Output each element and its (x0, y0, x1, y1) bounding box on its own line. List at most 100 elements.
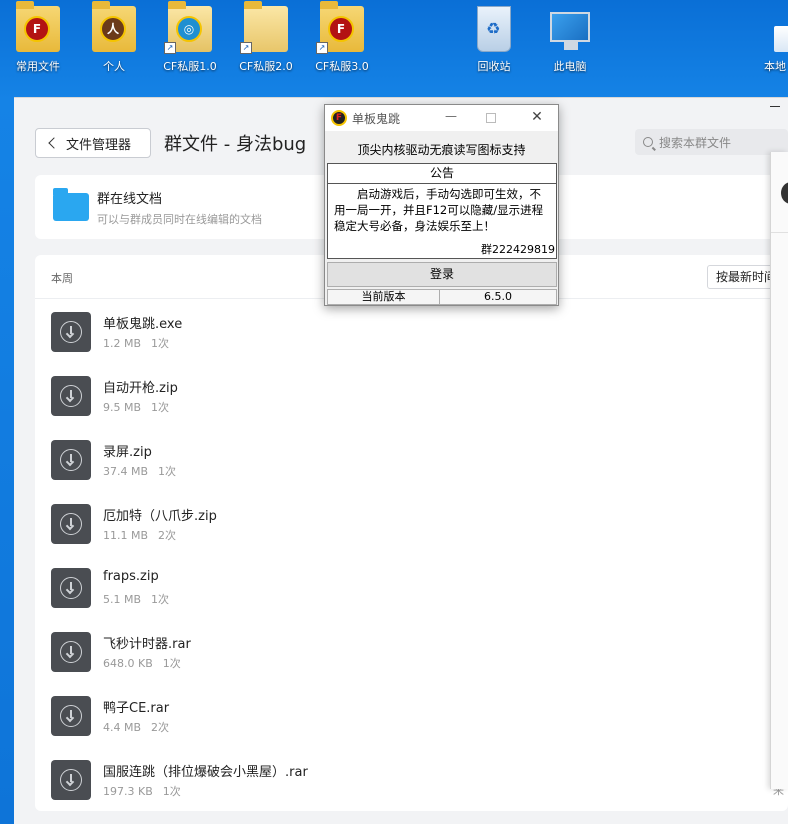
desktop-icon-recycle-bin[interactable]: ♻ 回收站 (458, 6, 530, 74)
cf-logo-icon: F (331, 110, 347, 126)
shortcut-arrow-icon: ↗ (164, 42, 176, 54)
window-title: 单板鬼跳 (352, 112, 401, 126)
file-size: 1.2 MB (103, 337, 142, 350)
desktop-icon-cf1[interactable]: ◎ ↗ CF私服1.0 (154, 1, 226, 74)
download-count: 1次 (151, 593, 170, 606)
file-list: 本周 按最新时间 单板鬼跳.exe 1.2 MB1次 来 自动开枪.zip 9.… (35, 255, 788, 811)
minimize-button[interactable]: — (442, 107, 460, 127)
desktop-icon-common-files[interactable]: F 常用文件 (2, 1, 74, 74)
login-button[interactable]: 登录 (327, 262, 557, 287)
download-count: 2次 (158, 529, 177, 542)
version-bar: 当前版本 6.5.0 (327, 289, 557, 305)
desktop-icon-local[interactable]: 本地 (746, 6, 788, 74)
folder-icon: 人 (92, 1, 136, 52)
desktop-icon-personal[interactable]: 人 个人 (78, 1, 150, 74)
download-count: 1次 (162, 657, 181, 670)
recycle-bin-icon: ♻ (477, 6, 511, 52)
online-docs-subtitle: 可以与群成员同时在线编辑的文档 (97, 212, 262, 226)
file-size: 9.5 MB (103, 401, 142, 414)
window-minimize-button[interactable] (770, 106, 780, 107)
page-title: 群文件 - 身法bug (164, 134, 307, 155)
folder-icon (53, 188, 89, 221)
download-count: 1次 (151, 401, 170, 414)
cheat-tool-window: F 单板鬼跳 — ✕ 顶尖内核驱动无痕读写图标支持 公告 启动游戏后，手动勾选即… (324, 104, 559, 306)
download-file-icon[interactable] (51, 376, 91, 416)
file-meta: 11.1 MB 2次 (103, 527, 176, 543)
file-name: fraps.zip (103, 569, 159, 584)
folder-icon: ↗ (240, 1, 288, 54)
feature-text: 顶尖内核驱动无痕读写图标支持 (357, 143, 526, 157)
file-meta: 4.4 MB 2次 (103, 719, 169, 735)
version-value: 6.5.0 (484, 290, 512, 303)
file-meta: 37.4 MB 1次 (103, 463, 176, 479)
download-count: 1次 (162, 785, 181, 798)
shortcut-arrow-icon: ↗ (240, 42, 252, 54)
chevron-left-icon (48, 137, 60, 149)
desktop-icon-label: 本地 (764, 60, 786, 73)
computer-icon (550, 12, 590, 50)
file-size: 5.1 MB (103, 593, 142, 606)
desktop-icon-this-pc[interactable]: 此电脑 (534, 6, 606, 74)
file-size: 197.3 KB (103, 785, 153, 798)
download-file-icon[interactable] (51, 568, 91, 608)
file-meta: 648.0 KB 1次 (103, 655, 181, 671)
desktop-icon-label: CF私服2.0 (239, 60, 293, 73)
desktop-icon-label: CF私服3.0 (315, 60, 369, 73)
file-name: 自动开枪.zip (103, 381, 178, 396)
portrait-icon: 人 (100, 16, 126, 42)
file-name: 鸭子CE.rar (103, 701, 170, 716)
download-count: 1次 (158, 465, 177, 478)
file-size: 648.0 KB (103, 657, 153, 670)
file-row[interactable]: 厄加特（八爪步.zip 11.1 MB2次 来 (35, 491, 788, 555)
file-row[interactable]: 鸭子CE.rar 4.4 MB2次 来 (35, 683, 788, 747)
file-row[interactable]: 自动开枪.zip 9.5 MB1次 来 (35, 363, 788, 427)
download-file-icon[interactable] (51, 696, 91, 736)
notice-header: 公告 (327, 163, 557, 184)
file-name: 录屏.zip (103, 445, 152, 460)
download-file-icon[interactable] (51, 760, 91, 800)
file-meta: 1.2 MB 1次 (103, 335, 169, 351)
folder-icon: F (16, 1, 60, 52)
file-row[interactable]: 国服连跳（排位爆破会小黑屋）.rar 197.3 KB 1次 来 (35, 747, 788, 811)
divider (771, 232, 788, 233)
file-row[interactable]: fraps.zip 5.1 MB1次 来 (35, 555, 788, 619)
shortcut-arrow-icon: ↗ (316, 42, 328, 54)
desktop-icon-label: 个人 (103, 60, 125, 73)
file-size: 11.1 MB (103, 529, 149, 542)
file-meta: 197.3 KB 1次 (103, 783, 181, 799)
download-file-icon[interactable] (51, 440, 91, 480)
search-placeholder: 搜索本群文件 (659, 135, 732, 150)
search-icon (643, 137, 653, 147)
desktop-icon-cf3[interactable]: F ↗ CF私服3.0 (306, 1, 378, 74)
file-row[interactable]: 飞秒计时器.rar 648.0 KB1次 来 (35, 619, 788, 683)
side-panel (770, 152, 788, 789)
file-row[interactable]: 单板鬼跳.exe 1.2 MB1次 来 (35, 299, 788, 363)
desktop-icon-label: CF私服1.0 (163, 60, 217, 73)
download-file-icon[interactable] (51, 504, 91, 544)
cf-logo-icon: F (24, 16, 50, 42)
file-name: 单板鬼跳.exe (103, 317, 183, 332)
download-file-icon[interactable] (51, 312, 91, 352)
desktop-icon-label: 回收站 (477, 60, 511, 73)
file-size: 37.4 MB (103, 465, 149, 478)
folder-icon: F ↗ (316, 1, 364, 54)
cf-logo-icon: F (328, 16, 354, 42)
maximize-button[interactable] (486, 113, 496, 123)
version-label: 当前版本 (328, 290, 440, 304)
file-name: 国服连跳（排位爆破会小黑屋）.rar (103, 765, 308, 780)
app-logo-icon: ◎ (176, 16, 202, 42)
close-button[interactable]: ✕ (528, 107, 546, 127)
file-name: 厄加特（八爪步.zip (103, 509, 217, 524)
back-button[interactable]: 文件管理器 (35, 128, 151, 158)
desktop-icon-label: 此电脑 (553, 60, 587, 73)
back-button-label: 文件管理器 (66, 137, 132, 153)
file-row[interactable]: 录屏.zip 37.4 MB1次 来 (35, 427, 788, 491)
file-meta: 5.1 MB 1次 (103, 591, 169, 607)
online-docs-title: 群在线文档 (97, 191, 163, 207)
desktop-icon-label: 常用文件 (16, 60, 60, 73)
desktop-icon-cf2[interactable]: ↗ CF私服2.0 (230, 1, 302, 74)
search-input[interactable]: 搜索本群文件 (635, 129, 788, 155)
download-file-icon[interactable] (51, 632, 91, 672)
window-titlebar[interactable]: F 单板鬼跳 — ✕ (325, 105, 558, 131)
avatar[interactable] (781, 182, 788, 204)
